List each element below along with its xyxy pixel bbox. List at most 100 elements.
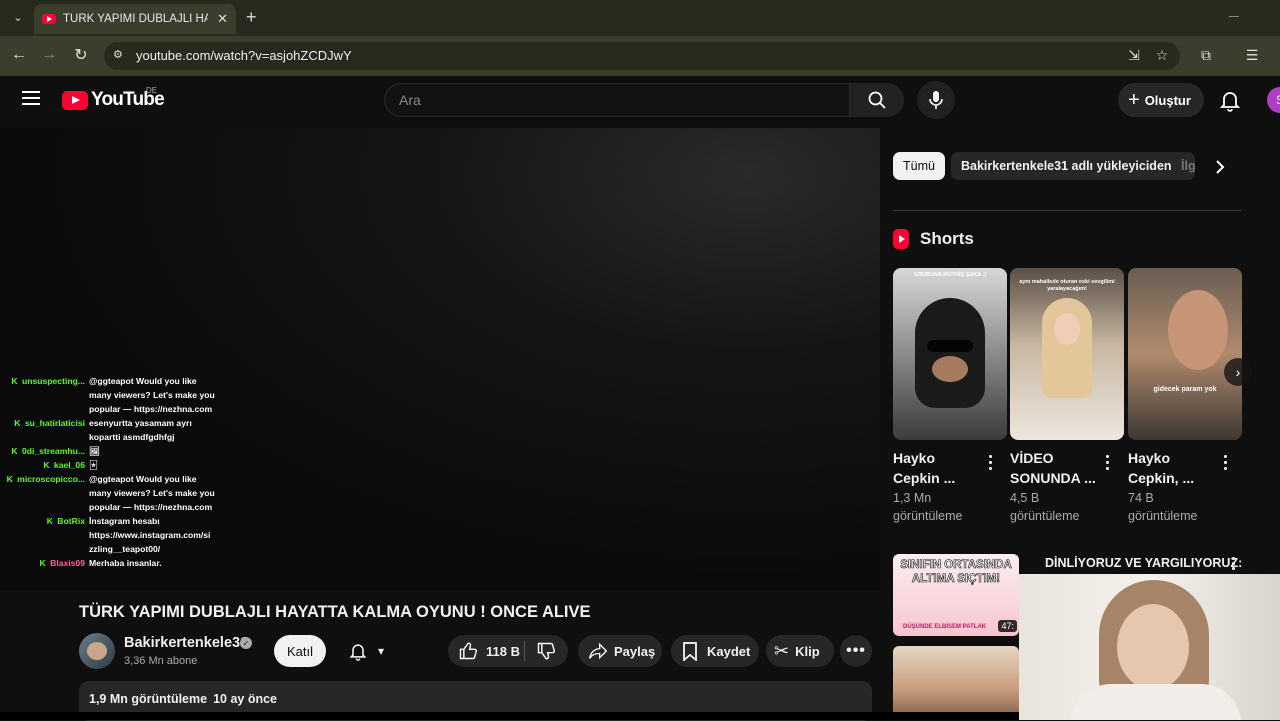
chat-message-text: 🃏 bbox=[89, 460, 98, 470]
short-1-person bbox=[915, 298, 985, 408]
kick-badge-icon: K bbox=[6, 474, 16, 484]
chat-username-text: unsuspecting... bbox=[21, 376, 85, 386]
chip-all[interactable]: Tümü bbox=[893, 152, 945, 180]
description-meta: 1,9 Mn görüntüleme 10 ay önce bbox=[89, 692, 283, 706]
short-1-title[interactable]: Hayko Cepkin ... bbox=[893, 448, 983, 488]
channel-avatar[interactable] bbox=[79, 633, 115, 669]
short-3-menu-icon[interactable] bbox=[1224, 455, 1228, 471]
short-2-person bbox=[1042, 298, 1092, 398]
chips-next-chevron-icon[interactable] bbox=[1209, 157, 1231, 177]
chat-message-line: K unsuspecting... @ggteapot Would you lik… bbox=[4, 374, 224, 388]
extensions-icon[interactable]: ⧉ bbox=[1197, 46, 1215, 64]
short-thumbnail-3[interactable]: gidecek param yok bbox=[1128, 268, 1242, 440]
kick-badge-icon: K bbox=[39, 558, 49, 568]
create-button[interactable]: + Oluştur bbox=[1118, 83, 1204, 117]
rec-duration: 47: bbox=[998, 620, 1017, 632]
subscription-bell-button[interactable]: ▾ bbox=[336, 635, 396, 667]
chat-username-spacer bbox=[4, 500, 89, 514]
voice-search-button[interactable] bbox=[917, 81, 955, 119]
verified-check-icon: ✓ bbox=[240, 637, 252, 649]
back-arrow-icon[interactable]: ← bbox=[7, 43, 31, 67]
shorts-next-chevron-icon[interactable]: › bbox=[1224, 358, 1252, 386]
shorts-header: Shorts bbox=[893, 229, 974, 249]
youtube-play-icon bbox=[62, 90, 88, 110]
chat-username[interactable]: K unsuspecting... bbox=[4, 374, 89, 388]
reload-icon[interactable]: ↻ bbox=[69, 43, 93, 67]
chat-message-line: K 0di_streamhu... 🖼 bbox=[4, 444, 224, 458]
new-tab-icon[interactable]: + bbox=[246, 8, 257, 26]
search-button[interactable] bbox=[850, 83, 904, 117]
chat-message-text: kopartti asmdfgdhfgj bbox=[89, 432, 175, 442]
notifications-bell-icon[interactable] bbox=[1218, 88, 1242, 112]
short-thumbnail-2[interactable]: aynı mahallede oturan eski sevgilimi yar… bbox=[1010, 268, 1124, 440]
clip-button[interactable]: ✂ Klip bbox=[766, 635, 834, 667]
chat-username[interactable]: K 0di_streamhu... bbox=[4, 444, 89, 458]
chat-message-text: @ggteapot Would you like bbox=[89, 376, 197, 386]
youtube-logo[interactable]: YouTube DE bbox=[62, 86, 165, 111]
join-button[interactable]: Katıl bbox=[274, 635, 326, 667]
like-divider bbox=[524, 641, 525, 661]
chat-message-line: https://www.instagram.com/si bbox=[4, 528, 224, 542]
account-avatar[interactable]: S bbox=[1267, 87, 1280, 113]
chat-username-text: kael_06 bbox=[53, 460, 85, 470]
url-text[interactable]: youtube.com/watch?v=asjohZCDJwY bbox=[136, 48, 352, 63]
plus-icon: + bbox=[1128, 89, 1140, 111]
tab-search-chevron-icon[interactable]: ⌄ bbox=[8, 7, 28, 27]
short-1-caption: GRUBUNA MÜTHİŞ ŞAKA :) bbox=[913, 272, 987, 278]
kick-badge-icon: K bbox=[46, 516, 56, 526]
chat-message-text: many viewers? Let's make you bbox=[89, 390, 215, 400]
more-actions-button[interactable]: ••• bbox=[840, 635, 872, 667]
chat-message-line: zzling__teapot00/ bbox=[4, 542, 224, 556]
share-button[interactable]: Paylaş bbox=[578, 635, 662, 667]
window-minimize-icon[interactable] bbox=[1229, 16, 1239, 17]
chat-message-text: 🖼 bbox=[89, 446, 100, 456]
thumbs-down-icon bbox=[537, 642, 556, 660]
short-thumbnail-1[interactable]: GRUBUNA MÜTHİŞ ŞAKA :) bbox=[893, 268, 1007, 440]
install-app-icon[interactable]: ⇲ bbox=[1125, 46, 1143, 64]
reading-list-icon[interactable]: ☰ bbox=[1243, 46, 1261, 64]
recommended-menu-icon[interactable] bbox=[1232, 557, 1236, 572]
like-button[interactable]: 118 B bbox=[458, 641, 520, 661]
chevron-down-icon: ▾ bbox=[377, 644, 385, 658]
chat-username[interactable]: K kael_06 bbox=[4, 458, 89, 472]
chip-related[interactable]: İlg bbox=[1171, 152, 1195, 180]
search-input[interactable] bbox=[385, 84, 849, 116]
tab-close-icon[interactable]: ✕ bbox=[217, 11, 228, 27]
bookmark-star-icon[interactable]: ☆ bbox=[1153, 46, 1171, 64]
chat-message-text: popular — https://nezhna.com bbox=[89, 404, 213, 414]
channel-name[interactable]: Bakirkertenkele31 bbox=[124, 635, 248, 651]
recommended-thumbnail-2[interactable] bbox=[893, 646, 1019, 720]
chip-from-uploader[interactable]: Bakirkertenkele31 adlı yükleyiciden bbox=[951, 152, 1182, 180]
chat-username[interactable]: K microscopicco... bbox=[4, 472, 89, 486]
short-2-caption: aynı mahallede oturan eski sevgilimi yar… bbox=[1019, 279, 1115, 292]
chat-username[interactable]: K BotRix bbox=[4, 514, 89, 528]
chat-message-text: Merhaba insanlar. bbox=[89, 558, 162, 568]
recommended-title[interactable]: DİNLİYORUZ VE YARGILIYORUZ: bbox=[1045, 556, 1242, 570]
chat-message-line: many viewers? Let's make you bbox=[4, 486, 224, 500]
forward-arrow-icon[interactable]: → bbox=[37, 43, 61, 67]
share-arrow-icon bbox=[589, 642, 608, 660]
short-3-title[interactable]: Hayko Cepkin, ... bbox=[1128, 448, 1218, 488]
chat-username[interactable]: K su_hatirlaticisi bbox=[4, 416, 89, 430]
webcam-person-body bbox=[1071, 684, 1241, 720]
chat-message-text: İnstagram hesabı bbox=[89, 516, 160, 526]
short-3-person bbox=[1168, 290, 1228, 370]
browser-tabstrip: ⌄ TÜRK YAPIMI DUBLAJLI HAYATTA KALMA OYU… bbox=[0, 0, 1280, 36]
recommended-thumbnail[interactable]: SINIFIN ORTASINDA ALTIMA SIÇTIM! DÜŞÜNDE… bbox=[893, 554, 1019, 636]
short-2-menu-icon[interactable] bbox=[1106, 455, 1110, 471]
chat-username-text: BotRix bbox=[57, 516, 85, 526]
dislike-button[interactable] bbox=[536, 641, 556, 664]
short-2-title[interactable]: VİDEO SONUNDA ... bbox=[1010, 448, 1100, 488]
guide-menu-icon[interactable] bbox=[22, 91, 40, 107]
chat-message-text: many viewers? Let's make you bbox=[89, 488, 215, 498]
browser-tab-active[interactable]: TÜRK YAPIMI DUBLAJLI HAYATTA KALMA OYUNU… bbox=[34, 4, 236, 34]
search-box bbox=[384, 83, 850, 117]
chat-username[interactable]: K Blaxis09 bbox=[4, 556, 89, 570]
chat-message-line: K kael_06 🃏 bbox=[4, 458, 224, 472]
site-info-icon[interactable]: ⚙ bbox=[113, 48, 127, 62]
short-1-menu-icon[interactable] bbox=[989, 455, 993, 471]
save-button[interactable]: Kaydet bbox=[671, 635, 759, 667]
short-1-views: 1,3 Mn görüntüleme bbox=[893, 491, 963, 523]
like-dislike-group: 118 B bbox=[448, 635, 568, 667]
chat-message-text: https://www.instagram.com/si bbox=[89, 530, 211, 540]
